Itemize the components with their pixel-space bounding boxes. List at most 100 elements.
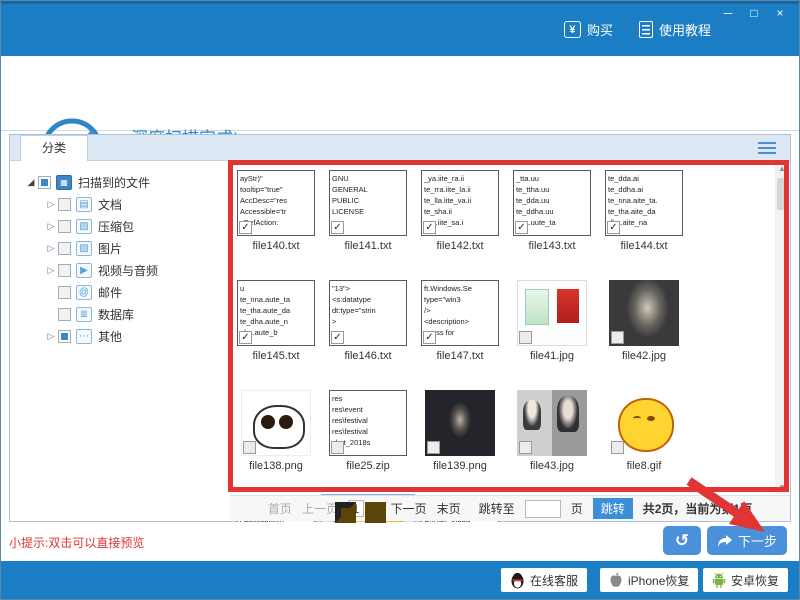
forward-arrow-icon [717, 534, 733, 548]
next-step-button[interactable]: 下一步 [707, 526, 787, 555]
file-checkbox[interactable] [519, 441, 532, 454]
category-checkbox[interactable] [58, 286, 71, 299]
jump-label: 跳转至 [479, 500, 515, 517]
sidebar-item-label: 其他 [98, 328, 122, 345]
iphone-recovery-label: iPhone恢复 [628, 572, 689, 589]
tab-category[interactable]: 分类 [20, 135, 88, 161]
file-name: file43.jpg [530, 460, 574, 472]
category-checkbox[interactable] [58, 198, 71, 211]
file-cell-file142.txt[interactable]: _ya.iite_ra.iite_rra.iite_la.iite_lla.ii… [414, 165, 506, 275]
sidebar-item-label: 数据库 [98, 306, 134, 323]
category-checkbox[interactable] [58, 264, 71, 277]
tree-root-label: 扫描到的文件 [78, 174, 150, 191]
scrollbar-thumb[interactable] [777, 178, 787, 210]
file-cell-file139.png[interactable]: file139.png [414, 385, 506, 495]
file-cell-file8.gif[interactable]: file8.gif [598, 385, 690, 495]
category-tree: ◢ ▦ 扫描到的文件 ▷ ▤ 文档 ▷ ▧ 压缩包 ▷ ▨ 图片 ▷ ▶ 视频与… [10, 161, 230, 495]
file-checkbox[interactable] [427, 441, 440, 454]
file-name: file145.txt [252, 350, 299, 362]
file-name: file147.txt [436, 350, 483, 362]
expander-icon[interactable]: ▷ [44, 221, 58, 232]
online-service-button[interactable]: 在线客服 [501, 568, 587, 592]
file-cell-file140.txt[interactable]: ayStr)"tooltip="true"AccDesc="resAccessi… [230, 165, 322, 275]
file-checkbox[interactable]: ✓ [423, 331, 436, 344]
sidebar-item-document[interactable]: ▷ ▤ 文档 [10, 193, 230, 215]
expander-icon[interactable]: ◢ [24, 177, 38, 188]
file-name: file143.txt [528, 240, 575, 252]
category-checkbox[interactable] [58, 308, 71, 321]
jump-button[interactable]: 跳转 [593, 498, 633, 519]
iphone-recovery-button[interactable]: iPhone恢复 [600, 568, 698, 592]
minimize-button[interactable]: ─ [715, 5, 741, 22]
file-cell-file43.jpg[interactable]: file43.jpg [506, 385, 598, 495]
file-cell-file143.txt[interactable]: _tta.uute_ttha.uute_dda.uute_ddha.uunna.… [506, 165, 598, 275]
file-checkbox[interactable] [519, 331, 532, 344]
back-button[interactable]: ↺ [663, 526, 701, 555]
file-name: file140.txt [252, 240, 299, 252]
next-page-link[interactable]: 下一页 [391, 500, 427, 517]
file-cell-file146.txt[interactable]: "13"><s:datatypedt:type="strin> ✓ file14… [322, 275, 414, 385]
app-window: ─ □ × ¥ 购买 使用教程 深度扫描完成! 共1875个文件，大小1.15G… [0, 0, 800, 600]
file-cell-file144.txt[interactable]: te_dda.aite_ddha.aite_nna.aite_ta.te_tha… [598, 165, 690, 275]
archive-icon: ▧ [76, 219, 92, 234]
close-button[interactable]: × [767, 5, 793, 22]
jump-page-input[interactable] [525, 500, 561, 518]
sidebar-item-label: 文档 [98, 196, 122, 213]
category-checkbox[interactable] [58, 330, 71, 343]
expander-icon[interactable]: ▷ [44, 265, 58, 276]
undo-arrow-icon: ↺ [675, 531, 689, 551]
scroll-up-icon[interactable]: ▲ [775, 162, 789, 175]
vertical-scrollbar[interactable]: ▲ ▼ [775, 162, 789, 494]
android-recovery-button[interactable]: 安卓恢复 [703, 568, 788, 592]
scroll-down-icon[interactable]: ▼ [775, 481, 789, 494]
last-page-link[interactable]: 末页 [437, 500, 461, 517]
first-page-link[interactable]: 首页 [268, 500, 292, 517]
buy-button[interactable]: ¥ 购买 [564, 20, 613, 39]
maximize-button[interactable]: □ [741, 5, 767, 22]
file-checkbox[interactable]: ✓ [239, 221, 252, 234]
file-cell-file25.zip[interactable]: resres\eventres\festivalres\festivalcket… [322, 385, 414, 495]
file-checkbox[interactable]: ✓ [331, 331, 344, 344]
file-checkbox[interactable]: ✓ [331, 221, 344, 234]
expander-icon[interactable]: ▷ [44, 199, 58, 210]
page-number-2[interactable]: 2 [374, 502, 381, 516]
file-cell-file147.txt[interactable]: ft.Windows.Se type="win3/><description>o… [414, 275, 506, 385]
tutorial-button[interactable]: 使用教程 [639, 20, 711, 39]
file-name: file41.jpg [530, 350, 574, 362]
sidebar-item-image[interactable]: ▷ ▨ 图片 [10, 237, 230, 259]
file-checkbox[interactable]: ✓ [515, 221, 528, 234]
file-cell-file42.jpg[interactable]: file42.jpg [598, 275, 690, 385]
sidebar-item-database[interactable]: ≣ 数据库 [10, 303, 230, 325]
expander-icon[interactable]: ▷ [44, 331, 58, 342]
mail-icon: @ [76, 285, 92, 300]
sidebar-item-label: 视频与音频 [98, 262, 158, 279]
file-checkbox[interactable] [243, 441, 256, 454]
file-checkbox[interactable]: ✓ [607, 221, 620, 234]
file-name: file42.jpg [622, 350, 666, 362]
sidebar-item-media[interactable]: ▷ ▶ 视频与音频 [10, 259, 230, 281]
panel-header-strip: 分类 [10, 135, 790, 161]
file-checkbox[interactable]: ✓ [239, 331, 252, 344]
sidebar-item-archive[interactable]: ▷ ▧ 压缩包 [10, 215, 230, 237]
root-checkbox[interactable] [38, 176, 51, 189]
category-checkbox[interactable] [58, 242, 71, 255]
sidebar-item-other[interactable]: ▷ ⋯ 其他 [10, 325, 230, 347]
file-cell-file41.jpg[interactable]: file41.jpg [506, 275, 598, 385]
file-cell-file145.txt[interactable]: ute_nna.aute_tate_tha.aute_date_dha.aute… [230, 275, 322, 385]
list-view-icon[interactable] [758, 142, 776, 154]
file-checkbox[interactable] [611, 441, 624, 454]
prev-page-link[interactable]: 上一页 [302, 500, 338, 517]
file-checkbox[interactable]: ✓ [423, 221, 436, 234]
file-cell-file138.png[interactable]: file138.png [230, 385, 322, 495]
file-checkbox[interactable] [331, 441, 344, 454]
sidebar-item-mail[interactable]: @ 邮件 [10, 281, 230, 303]
sidebar-item-label: 邮件 [98, 284, 122, 301]
scan-complete-banner: 深度扫描完成! 共1875个文件，大小1.15GB。 [1, 56, 799, 131]
file-checkbox[interactable] [611, 331, 624, 344]
tree-root-scanned-files[interactable]: ◢ ▦ 扫描到的文件 [10, 171, 230, 193]
pagination-bar: 首页 上一页 1 2 下一页 末页 跳转至 页 跳转 共2页，当前为第1页 [230, 495, 790, 521]
file-cell-file141.txt[interactable]: GNUGENERALPUBLICLICENSE ✓ file141.txt [322, 165, 414, 275]
bottom-bar: 在线客服 iPhone恢复 安卓恢复 [1, 561, 799, 599]
expander-icon[interactable]: ▷ [44, 243, 58, 254]
category-checkbox[interactable] [58, 220, 71, 233]
